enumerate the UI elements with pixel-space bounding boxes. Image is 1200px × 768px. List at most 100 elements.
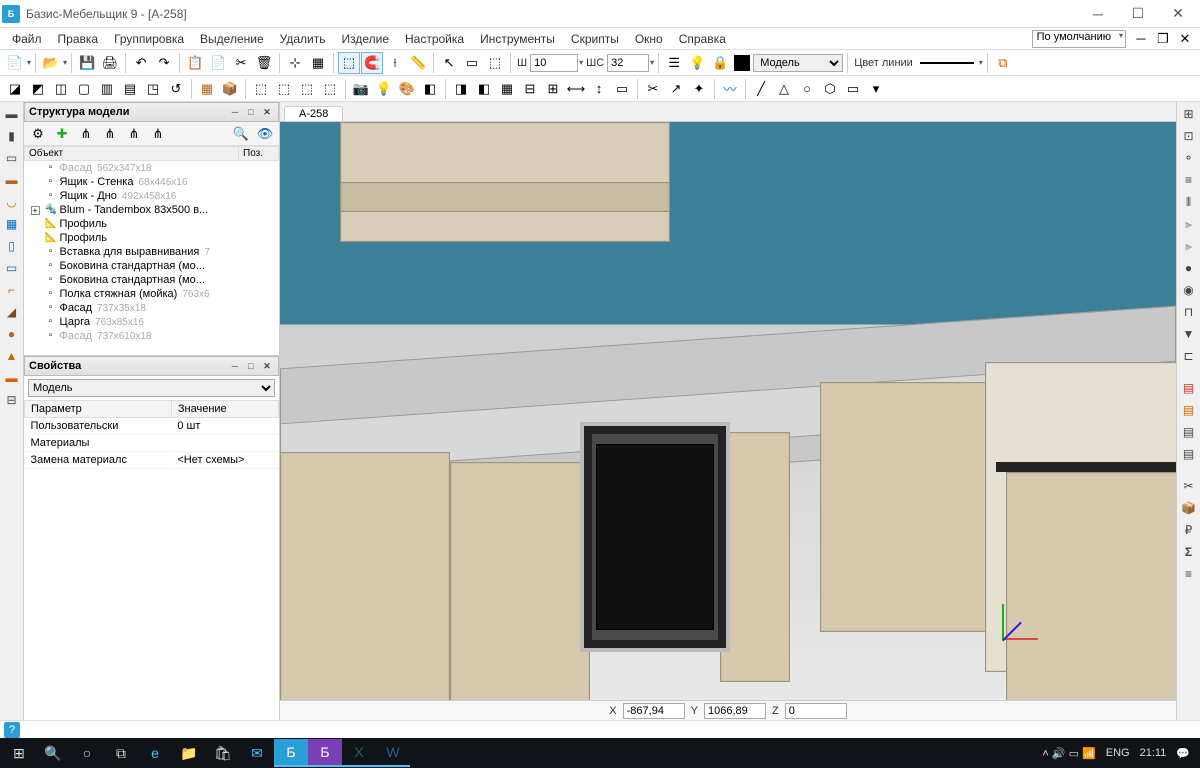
y-input[interactable] (704, 703, 766, 719)
taskview-icon[interactable]: ⧉ (104, 739, 138, 767)
scissors-icon[interactable]: ✂ (1179, 476, 1199, 496)
tree-row[interactable]: ▫Царга763x85x16 (25, 315, 279, 329)
magnet-icon[interactable]: 🧲 (361, 52, 383, 74)
grid-panel-icon[interactable]: ▦ (2, 214, 22, 234)
tree-row[interactable]: +🔩Blum - Tandembox 83x500 в... (25, 203, 279, 217)
triangle-icon[interactable]: △ (773, 78, 795, 100)
viewport-3d[interactable] (280, 122, 1176, 700)
cursor-icon[interactable]: ↖ (438, 52, 460, 74)
snap-point-icon[interactable]: ⊹ (284, 52, 306, 74)
save-icon[interactable]: 💾 (76, 52, 98, 74)
tree-eye-icon[interactable]: 👁 (254, 123, 276, 145)
tree-zoom-icon[interactable]: 🔍 (230, 123, 252, 145)
distribute-icon[interactable]: ⊞ (542, 78, 564, 100)
width-input[interactable] (530, 54, 578, 72)
hex-icon[interactable]: ⬡ (819, 78, 841, 100)
mdi-minimize-icon[interactable]: ─ (1130, 28, 1152, 50)
shelf-icon[interactable]: ▬ (2, 104, 22, 124)
tree-row[interactable]: ▫Боковина стандартная (мо... (25, 259, 279, 273)
mirror-v-icon[interactable]: ◧ (473, 78, 495, 100)
cone-icon[interactable]: ▲ (2, 346, 22, 366)
dim-v-icon[interactable]: ↕ (588, 78, 610, 100)
maximize-button[interactable]: ☐ (1118, 1, 1158, 27)
ruler-icon[interactable]: 📏 (407, 52, 429, 74)
export-icon[interactable]: ◧ (419, 78, 441, 100)
more-shapes-icon[interactable]: ▾ (865, 78, 887, 100)
sphere-icon[interactable]: ● (2, 324, 22, 344)
report3-icon[interactable]: ▤ (1179, 422, 1199, 442)
mirror-h-icon[interactable]: ◨ (450, 78, 472, 100)
tree-branch1-icon[interactable]: ⋔ (75, 123, 97, 145)
sum-icon[interactable]: Σ (1179, 542, 1199, 562)
menu-tools[interactable]: Инструменты (472, 30, 563, 48)
minimize-button[interactable]: ─ (1078, 1, 1118, 27)
report1-icon[interactable]: ▤ (1179, 378, 1199, 398)
drawer-slide-icon[interactable]: ⊏ (1179, 346, 1199, 366)
tree-add-icon[interactable]: ✚ (51, 123, 73, 145)
props-selector[interactable]: Модель (28, 379, 275, 397)
frame-h-icon[interactable]: ▭ (2, 258, 22, 278)
slab-icon[interactable]: ▬ (2, 368, 22, 388)
panel-minimize-icon[interactable]: ─ (228, 105, 242, 119)
curve-icon[interactable]: 〰 (719, 78, 741, 100)
menu-help[interactable]: Справка (671, 30, 734, 48)
model-tree[interactable]: ОбъектПоз. ▫Фасад562x347x18▫Ящик - Стенк… (24, 146, 279, 356)
view-top-icon[interactable]: ▤ (119, 78, 141, 100)
props-row[interactable]: Материалы (25, 435, 279, 452)
tray-time[interactable]: 21:11 (1140, 747, 1167, 759)
cut-plane-icon[interactable]: ✂ (642, 78, 664, 100)
tree-row[interactable]: 📐Профиль (25, 217, 279, 231)
lock-icon[interactable]: 🔒 (709, 52, 731, 74)
excel-task-icon[interactable]: X (342, 739, 376, 767)
paste-icon[interactable]: 📄 (207, 52, 229, 74)
menu-file[interactable]: Файл (4, 30, 50, 48)
tree-row[interactable]: ▫Боковина стандартная (мо... (25, 273, 279, 287)
snap-grid-icon[interactable]: ▦ (307, 52, 329, 74)
tree-row[interactable]: ▫Фасад737x35x18 (25, 301, 279, 315)
z-input[interactable] (785, 703, 847, 719)
layout-icon[interactable]: ⧉ (992, 52, 1014, 74)
tree-branch2-icon[interactable]: ⋔ (99, 123, 121, 145)
layers-icon[interactable]: ☰ (663, 52, 685, 74)
assembly3-icon[interactable]: ⬚ (296, 78, 318, 100)
view-iso2-icon[interactable]: ◩ (27, 78, 49, 100)
box-icon[interactable]: 📦 (219, 78, 241, 100)
panel-h-icon[interactable]: ▭ (2, 148, 22, 168)
menu-product[interactable]: Изделие (333, 30, 397, 48)
view-side-icon[interactable]: ▥ (96, 78, 118, 100)
material-icon[interactable]: ▦ (196, 78, 218, 100)
start-button[interactable]: ⊞ (2, 739, 36, 767)
view-iso3-icon[interactable]: ◫ (50, 78, 72, 100)
page-icon[interactable]: ▭ (611, 78, 633, 100)
copy-icon[interactable]: 📋 (184, 52, 206, 74)
notifications-icon[interactable]: 💬 (1176, 747, 1190, 760)
hinge-icon[interactable]: ⚬ (1179, 148, 1199, 168)
tray-icons[interactable]: ˄ 🔊 ▭ 📶 (1042, 747, 1095, 760)
fastener1-icon[interactable]: ≡ (1179, 170, 1199, 190)
close-button[interactable]: ✕ (1158, 1, 1198, 27)
render-icon[interactable]: 🎨 (396, 78, 418, 100)
list-icon[interactable]: ≡ (1179, 564, 1199, 584)
tree-row[interactable]: ▫Фасад562x347x18 (25, 161, 279, 176)
camera-icon[interactable]: 📷 (350, 78, 372, 100)
panel-v-icon[interactable]: ▮ (2, 126, 22, 146)
fastener2-icon[interactable]: ⫴ (1179, 192, 1199, 212)
system-tray[interactable]: ˄ 🔊 ▭ 📶 ENG 21:11 💬 (1034, 747, 1198, 760)
profile2-icon[interactable]: ◢ (2, 302, 22, 322)
dowel-icon[interactable]: ● (1179, 258, 1199, 278)
app2-task-icon[interactable]: Б (308, 739, 342, 767)
ortho-icon[interactable]: ⬚ (338, 52, 360, 74)
array-icon[interactable]: ▦ (496, 78, 518, 100)
tray-lang[interactable]: ENG (1106, 747, 1130, 759)
gap-input[interactable] (607, 54, 649, 72)
bulb-icon[interactable]: 💡 (686, 52, 708, 74)
expand-icon[interactable]: + (31, 206, 40, 215)
edge-icon[interactable]: e (138, 739, 172, 767)
align-icon[interactable]: ⊟ (519, 78, 541, 100)
search-icon[interactable]: 🔍 (36, 739, 70, 767)
workspace-combo[interactable]: По умолчанию (1032, 30, 1126, 48)
color-swatch[interactable] (734, 55, 750, 71)
cut-icon[interactable]: ✂ (230, 52, 252, 74)
mail-icon[interactable]: ✉ (240, 739, 274, 767)
panel-maximize-icon[interactable]: □ (244, 105, 258, 119)
